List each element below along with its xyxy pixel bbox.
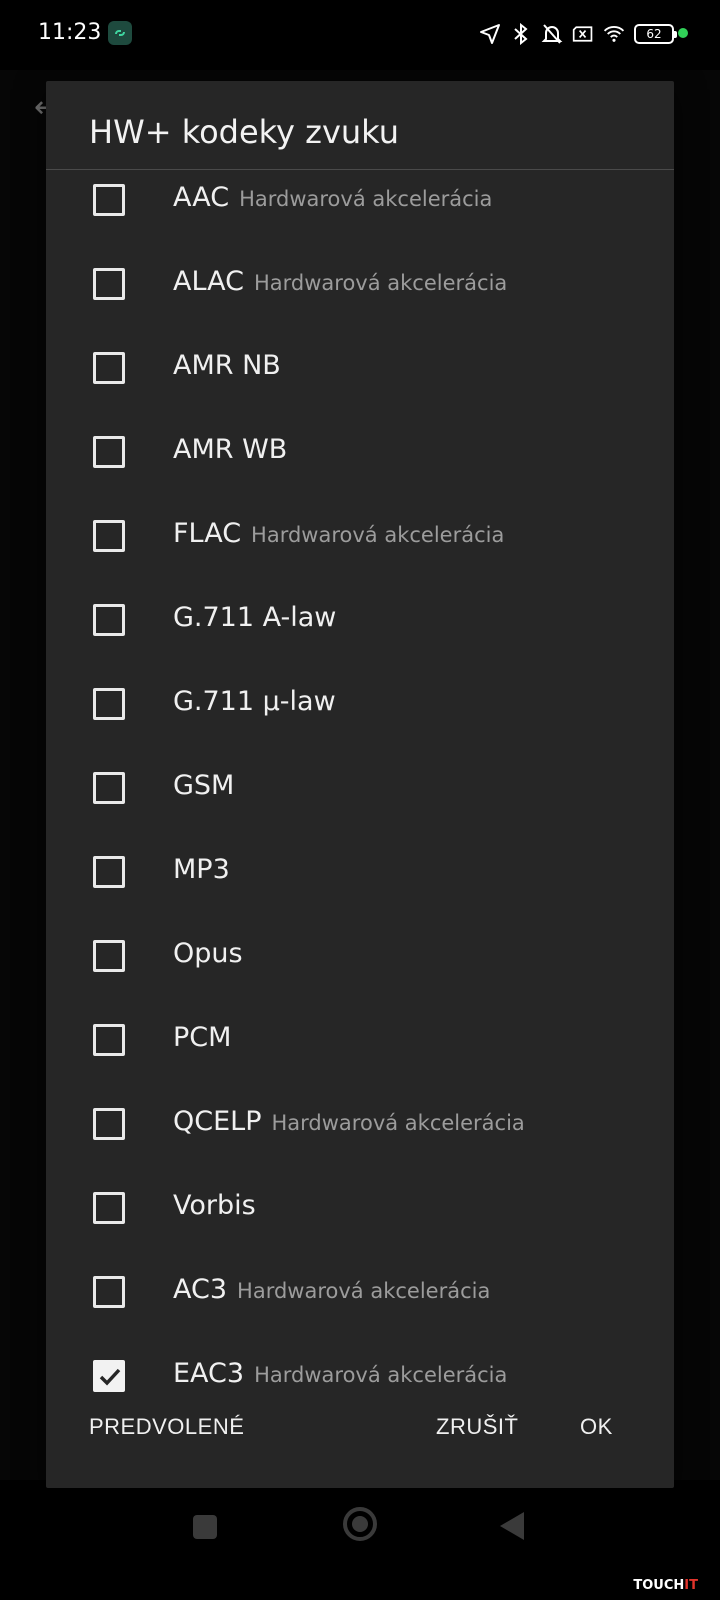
codec-row[interactable]: G.711 A-law [46, 578, 674, 662]
codec-name: ALAC [173, 266, 244, 297]
codec-label: FLAC Hardwarová akcelerácia [173, 518, 504, 549]
codec-name: GSM [173, 770, 235, 801]
checkbox[interactable] [93, 1276, 125, 1308]
bell-off-icon [541, 23, 563, 45]
codec-label: ALAC Hardwarová akcelerácia [173, 266, 507, 297]
cancel-button[interactable]: ZRUŠIŤ [436, 1414, 518, 1440]
dialog-title: HW+ kodeky zvuku [89, 113, 399, 151]
codec-row[interactable]: AMR WB [46, 410, 674, 494]
codec-hw-acceleration: Hardwarová akcelerácia [271, 1111, 525, 1135]
back-button[interactable] [500, 1512, 524, 1540]
codec-row[interactable]: ALAC Hardwarová akcelerácia [46, 242, 674, 326]
codec-name: Vorbis [173, 1190, 256, 1221]
wifi-icon [603, 23, 625, 45]
codec-row[interactable]: AAC Hardwarová akcelerácia [46, 170, 674, 242]
status-time: 11:23 [38, 20, 102, 45]
battery-icon: 62 [634, 24, 677, 44]
codec-row[interactable]: GSM [46, 746, 674, 830]
bluetooth-icon [510, 23, 532, 45]
codec-row[interactable]: QCELP Hardwarová akcelerácia [46, 1082, 674, 1166]
checkbox[interactable] [93, 1192, 125, 1224]
codec-name: QCELP [173, 1106, 262, 1137]
checkbox[interactable] [93, 1024, 125, 1056]
privacy-indicator-dot [678, 28, 688, 38]
checkbox[interactable] [93, 1108, 125, 1140]
codec-label: AAC Hardwarová akcelerácia [173, 182, 492, 213]
codec-label: GSM [173, 770, 234, 801]
codec-name: FLAC [173, 518, 242, 549]
watermark-accent: IT [684, 1578, 698, 1593]
home-button[interactable] [343, 1507, 377, 1541]
checkbox[interactable] [93, 604, 125, 636]
codec-name: G.711 A-law [173, 602, 337, 633]
checkbox[interactable] [93, 436, 125, 468]
codec-row[interactable]: Opus [46, 914, 674, 998]
codec-row[interactable]: Vorbis [46, 1166, 674, 1250]
checkbox[interactable] [93, 940, 125, 972]
codec-row[interactable]: MP3 [46, 830, 674, 914]
app-notification-icon [108, 21, 132, 45]
codec-list[interactable]: AAC Hardwarová akcelerácia ALAC Hardwarová … [46, 170, 674, 1460]
checkbox[interactable] [93, 184, 125, 216]
codec-label: G.711 A-law [173, 602, 336, 633]
codec-label: Opus [173, 938, 243, 969]
codec-hw-acceleration: Hardwarová akcelerácia [239, 187, 493, 211]
checkbox[interactable] [93, 268, 125, 300]
codec-label: MP3 [173, 854, 230, 885]
codec-name: MP3 [173, 854, 230, 885]
codec-name: AMR WB [173, 434, 288, 465]
default-button[interactable]: PREDVOLENÉ [89, 1414, 244, 1440]
codec-name: PCM [173, 1022, 232, 1053]
status-bar: 11:23 62 [0, 0, 720, 70]
codec-hw-acceleration: Hardwarová akcelerácia [253, 271, 508, 295]
codec-label: AMR WB [173, 434, 287, 465]
codec-hw-acceleration: Hardwarová akcelerácia [237, 1279, 491, 1303]
status-icons: 62 [479, 18, 677, 50]
checkbox[interactable] [93, 856, 125, 888]
codec-row[interactable]: AMR NB [46, 326, 674, 410]
codec-name: AC3 [173, 1274, 228, 1305]
ok-button[interactable]: OK [580, 1414, 613, 1440]
checkbox[interactable] [93, 352, 125, 384]
watermark-main: TOUCH [633, 1578, 685, 1593]
codec-label: AC3 Hardwarová akcelerácia [173, 1274, 490, 1305]
codec-row[interactable]: G.711 μ-law [46, 662, 674, 746]
audio-codecs-dialog: HW+ kodeky zvuku AAC Hardwarová akcelerác… [46, 81, 674, 1488]
codec-name: AAC [173, 182, 230, 213]
watermark-logo: TOUCHIT [633, 1578, 698, 1593]
codec-name: AMR NB [173, 350, 281, 381]
codec-row[interactable]: AC3 Hardwarová akcelerácia [46, 1250, 674, 1334]
recent-apps-button[interactable] [193, 1515, 217, 1539]
codec-label: AMR NB [173, 350, 281, 381]
navigation-bar [0, 1490, 720, 1600]
codec-hw-acceleration: Hardwarová akcelerácia [251, 523, 505, 547]
location-icon [479, 23, 501, 45]
codec-row[interactable]: PCM [46, 998, 674, 1082]
codec-name: Opus [173, 938, 243, 969]
dialog-actions: PREDVOLENÉ ZRUŠIŤ OK [46, 1378, 674, 1488]
codec-label: Vorbis [173, 1190, 256, 1221]
codec-label: G.711 μ-law [173, 686, 336, 717]
sim-off-icon [572, 23, 594, 45]
checkbox[interactable] [93, 688, 125, 720]
checkbox[interactable] [93, 772, 125, 804]
codec-label: PCM [173, 1022, 231, 1053]
checkbox[interactable] [93, 520, 125, 552]
codec-row[interactable]: FLAC Hardwarová akcelerácia [46, 494, 674, 578]
codec-name: G.711 μ-law [173, 686, 336, 717]
codec-label: QCELP Hardwarová akcelerácia [173, 1106, 525, 1137]
